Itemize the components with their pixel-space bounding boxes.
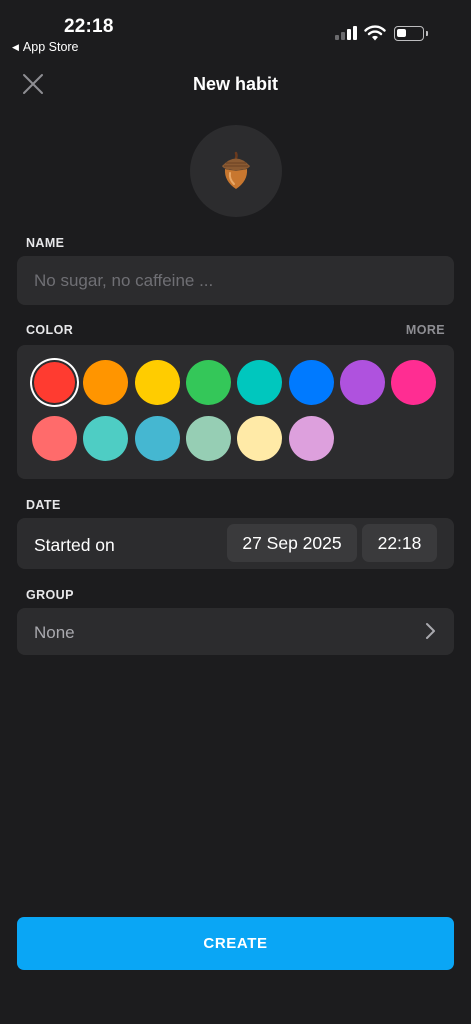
color-swatch[interactable]: [288, 360, 334, 405]
status-bar: 22:18 ◀ App Store: [0, 0, 471, 60]
group-section-label: GROUP: [26, 588, 74, 602]
create-button[interactable]: CREATE: [17, 917, 454, 970]
page-title: New habit: [192, 74, 278, 94]
name-section-label: NAME: [26, 236, 65, 250]
color-swatch[interactable]: [237, 416, 283, 461]
wifi-icon: [364, 25, 386, 41]
color-swatch[interactable]: [32, 416, 77, 461]
battery-icon: [394, 26, 428, 41]
habit-icon-picker[interactable]: [190, 125, 282, 217]
chevron-right-icon: [426, 623, 435, 639]
color-swatch[interactable]: [83, 360, 129, 405]
color-swatch[interactable]: [339, 360, 385, 405]
color-swatch[interactable]: [34, 362, 75, 403]
back-to-app-store[interactable]: ◀ App Store: [12, 40, 79, 54]
more-colors-link[interactable]: MORE: [406, 323, 445, 337]
color-palette: [17, 345, 454, 479]
date-section-label: DATE: [26, 498, 61, 512]
color-section-label: COLOR: [26, 323, 74, 337]
started-on-label: Started on: [34, 535, 115, 555]
habit-name-input[interactable]: [17, 256, 454, 305]
color-swatch[interactable]: [391, 360, 437, 405]
color-swatch[interactable]: [185, 360, 231, 405]
back-app-label: App Store: [22, 40, 79, 54]
acorn-icon: [222, 151, 250, 189]
color-swatch[interactable]: [288, 416, 334, 461]
group-value: None: [34, 623, 75, 642]
color-swatch[interactable]: [134, 416, 180, 461]
color-swatch[interactable]: [83, 416, 129, 461]
cellular-signal-icon: [335, 26, 357, 40]
status-time: 22:18: [64, 16, 114, 37]
color-swatch[interactable]: [237, 360, 283, 405]
back-arrow-icon: ◀: [12, 41, 19, 52]
start-date-picker[interactable]: 27 Sep 2025: [227, 524, 357, 562]
color-swatch[interactable]: [185, 416, 231, 461]
start-time-picker[interactable]: 22:18: [362, 524, 437, 562]
date-row: Started on 27 Sep 2025 22:18: [17, 518, 454, 569]
group-selector[interactable]: None: [17, 608, 454, 655]
color-swatch[interactable]: [134, 360, 180, 405]
